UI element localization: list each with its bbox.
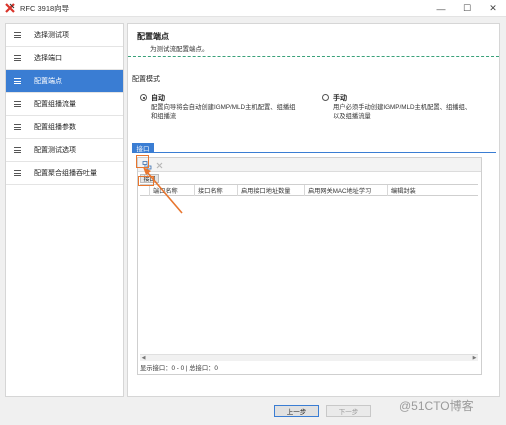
column-header[interactable]: 接口名称 (195, 185, 238, 196)
next-button[interactable]: 下一步 (326, 405, 371, 417)
port-panel: 接口 端口名称 接口名称 启用接口地址数量 启用网关MAC地址学习 编辑封装 ◀… (137, 157, 482, 375)
manual-mode-desc-line1: 用户必须手动创建IGMP/MLD主机配置、组播组、 (333, 104, 472, 111)
scroll-left-icon[interactable]: ◀ (140, 355, 147, 361)
auto-mode-desc-line1: 配置向导将会自动创建IGMP/MLD主机配置、组播组 (151, 104, 296, 111)
list-icon (14, 124, 21, 130)
window-title: RFC 3918向导 (20, 3, 70, 13)
watermark: @51CTO博客 (399, 399, 474, 413)
prev-button[interactable]: 上一步 (274, 405, 319, 417)
list-icon (14, 55, 21, 61)
wizard-step-list: 选择测试项 选择端口 配置端点 配置组播流量 配置组播参数 配置测试选项 配置聚… (5, 23, 124, 397)
app-logo-icon (5, 3, 15, 13)
wizard-window: 选择测试项 选择端口 配置端点 配置组播流量 配置组播参数 配置测试选项 配置聚… (0, 17, 506, 425)
list-icon (14, 78, 21, 84)
step-label: 选择端口 (34, 55, 62, 62)
step-config-multicast-traffic[interactable]: 配置组播流量 (6, 93, 123, 116)
step-label: 配置端点 (34, 78, 62, 85)
list-icon (14, 101, 21, 107)
row-selector-header (140, 185, 150, 196)
manual-mode-radio[interactable] (322, 94, 329, 101)
column-header[interactable]: 编辑封装 (388, 185, 478, 196)
auto-mode-desc-line2: 和组播流 (151, 113, 177, 120)
auto-mode-radio[interactable] (140, 94, 147, 101)
list-icon (14, 147, 21, 153)
step-config-multicast-params[interactable]: 配置组播参数 (6, 116, 123, 139)
auto-mode-title: 自动 (151, 95, 165, 102)
port-toolbar (138, 158, 481, 172)
list-icon (14, 170, 21, 176)
highlight-box (136, 155, 149, 168)
list-icon (14, 32, 21, 38)
highlight-box (138, 176, 154, 186)
header-divider (128, 56, 499, 57)
step-label: 配置测试选项 (34, 147, 76, 154)
step-label: 选择测试项 (34, 32, 69, 39)
step-label: 配置组播流量 (34, 101, 76, 108)
step-config-test-options[interactable]: 配置测试选项 (6, 139, 123, 162)
minimize-button[interactable]: — (428, 0, 454, 17)
close-button[interactable]: ✕ (480, 0, 506, 17)
title-bar: RFC 3918向导 — ☐ ✕ (0, 0, 506, 17)
scroll-right-icon[interactable]: ▶ (471, 355, 478, 361)
column-header[interactable]: 启用接口地址数量 (238, 185, 305, 196)
horizontal-scrollbar[interactable]: ◀ ▶ (140, 354, 478, 361)
column-header[interactable]: 启用网关MAC地址学习 (305, 185, 388, 196)
interface-count-status: 显示接口：0 - 0 | 总接口：0 (140, 365, 218, 372)
manual-mode-title: 手动 (333, 95, 347, 102)
step-label: 配置组播参数 (34, 124, 76, 131)
tab-underline (132, 152, 496, 153)
step-label: 配置聚合组播吞吐量 (34, 170, 97, 177)
mode-label: 配置模式 (132, 76, 160, 83)
page-subtitle: 为测试流配置端点。 (150, 46, 209, 53)
port-grid-header: 端口名称 接口名称 启用接口地址数量 启用网关MAC地址学习 编辑封装 (140, 184, 478, 196)
step-config-endpoint[interactable]: 配置端点 (6, 70, 123, 93)
step-select-test[interactable]: 选择测试项 (6, 24, 123, 47)
step-config-aggregate-throughput[interactable]: 配置聚合组播吞吐量 (6, 162, 123, 185)
step-select-port[interactable]: 选择端口 (6, 47, 123, 70)
delete-interface-icon[interactable] (154, 160, 165, 170)
step-content: 配置端点 为测试流配置端点。 配置模式 自动 配置向导将会自动创建IGMP/ML… (127, 23, 500, 397)
manual-mode-desc-line2: 以及组播流量 (333, 113, 371, 120)
maximize-button[interactable]: ☐ (454, 0, 480, 17)
column-header[interactable]: 端口名称 (150, 185, 195, 196)
page-title: 配置端点 (137, 32, 169, 41)
